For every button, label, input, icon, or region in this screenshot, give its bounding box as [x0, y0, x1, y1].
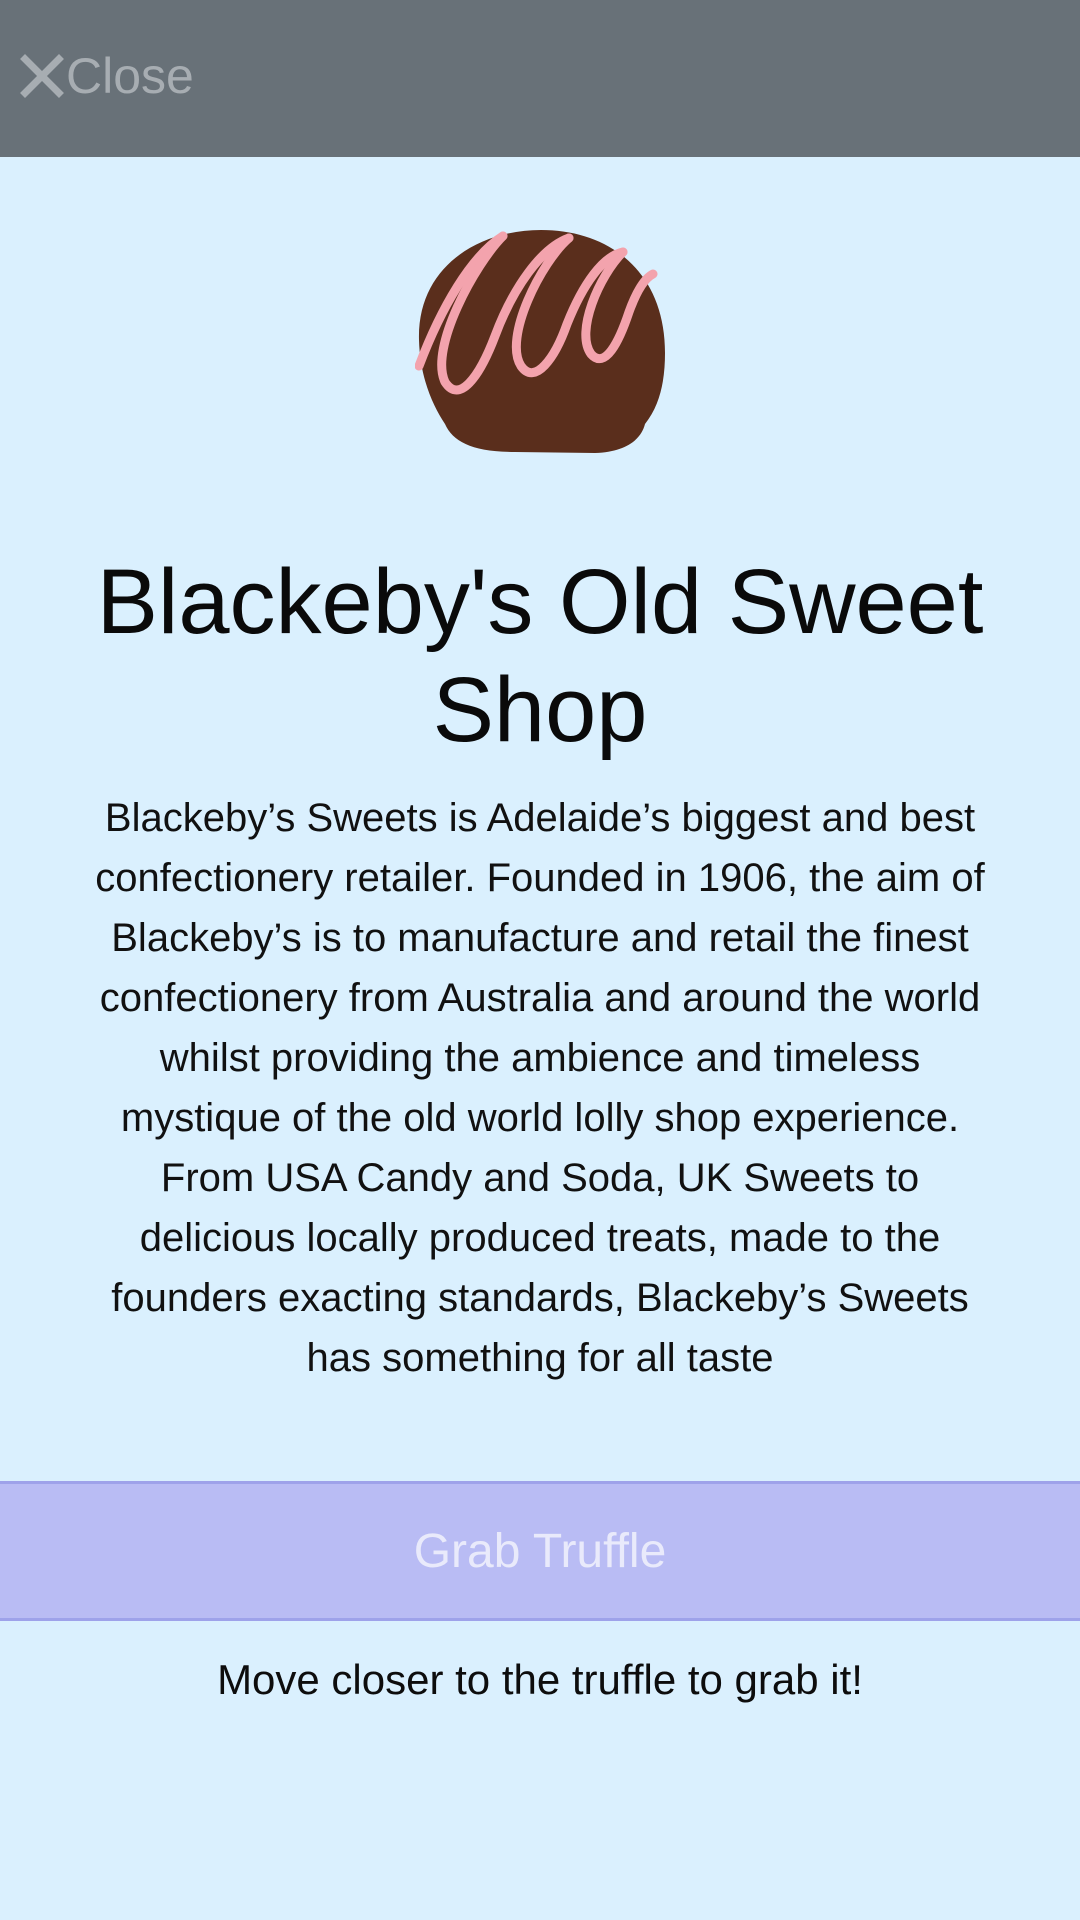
- proximity-hint: Move closer to the truffle to grab it!: [217, 1656, 863, 1703]
- close-icon: [20, 54, 64, 98]
- close-label: Close: [66, 48, 194, 104]
- top-bar: Close: [0, 0, 1080, 157]
- shop-description: Blackeby’s Sweets is Adelaide’s biggest …: [95, 796, 985, 1380]
- grab-truffle-button[interactable]: Grab Truffle: [0, 1481, 1080, 1621]
- page-title: Blackeby's Old Sweet Shop: [96, 551, 984, 761]
- chocolate-truffle-icon: [414, 228, 667, 460]
- close-button[interactable]: Close: [20, 44, 194, 108]
- grab-truffle-label: Grab Truffle: [413, 1524, 667, 1578]
